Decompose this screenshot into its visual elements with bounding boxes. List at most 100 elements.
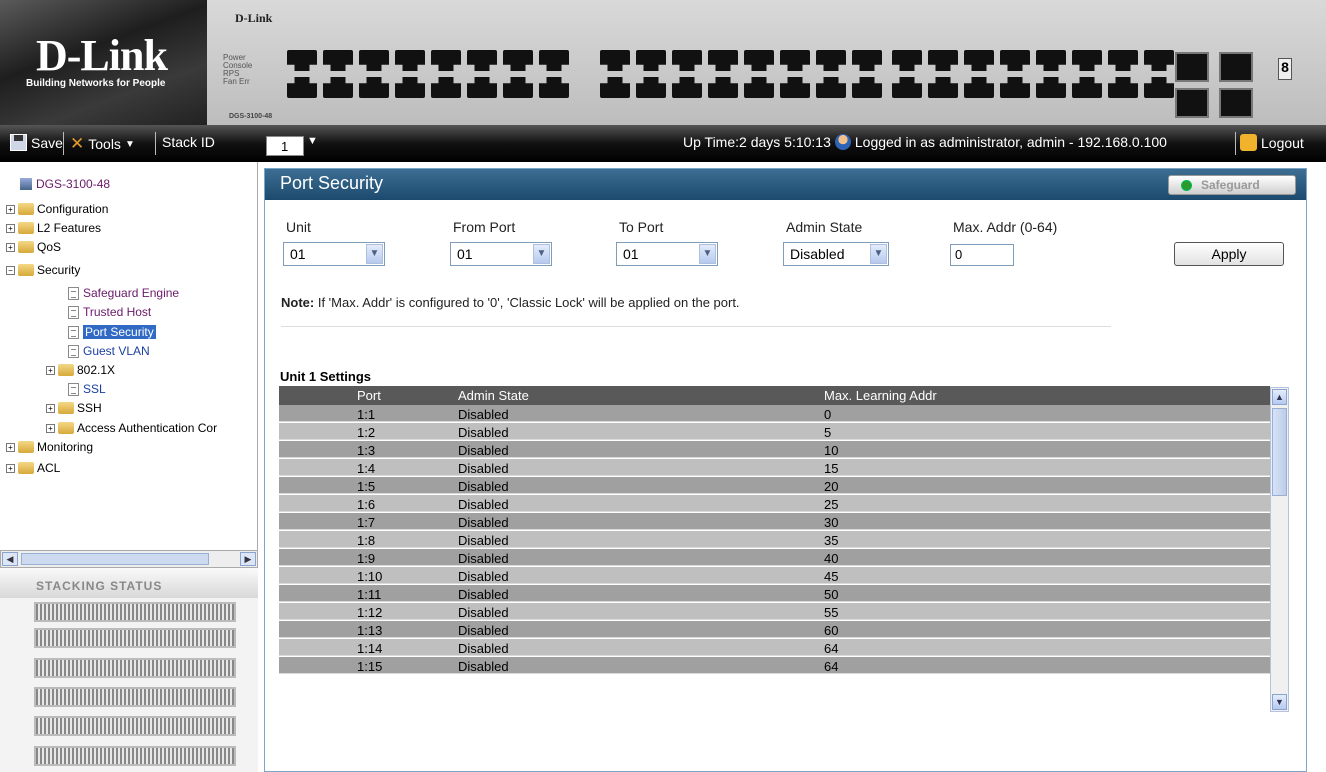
chevron-down-icon[interactable]: ▼: [533, 244, 550, 264]
tree-horizontal-scrollbar[interactable]: ◀ ▶: [0, 550, 258, 568]
stack-unit[interactable]: [34, 628, 236, 648]
scroll-down-icon[interactable]: ▼: [1272, 694, 1287, 710]
logout-button[interactable]: Logout: [1240, 134, 1304, 151]
expand-icon[interactable]: +: [46, 423, 55, 433]
cell-port: 1:13: [357, 623, 383, 638]
cell-port: 1:8: [357, 533, 376, 548]
table-row[interactable]: 1:4 Disabled 15: [279, 459, 1270, 476]
panel-model: DGS-3100-48: [229, 113, 273, 120]
cell-port: 1:10: [357, 569, 383, 584]
tree-item-port-security[interactable]: Port Security: [68, 323, 156, 341]
tree-item-access-authentication[interactable]: + Access Authentication Cor: [46, 419, 217, 437]
max-addr-input[interactable]: 0: [950, 244, 1014, 266]
stack-unit[interactable]: [34, 602, 236, 622]
uptime-text: Up Time:2 days 5:10:13 Logged in as admi…: [683, 134, 1167, 150]
scroll-up-icon[interactable]: ▲: [1272, 389, 1287, 405]
tree-label: Monitoring: [37, 440, 94, 454]
admin-state-select[interactable]: Disabled ▼: [783, 242, 889, 266]
folder-icon: [18, 222, 34, 234]
table-row[interactable]: 1:11 Disabled 50: [279, 585, 1270, 602]
from-port-value: 01: [457, 246, 473, 262]
tree-item-l2-features[interactable]: + L2 Features: [6, 219, 101, 237]
folder-icon: [18, 203, 34, 215]
stacking-status-header: Stacking Status: [0, 568, 258, 598]
cell-admin-state: Disabled: [458, 407, 509, 422]
tree-item-trusted-host[interactable]: Trusted Host: [68, 303, 151, 321]
expand-icon[interactable]: +: [46, 403, 55, 413]
scroll-left-icon[interactable]: ◀: [2, 552, 18, 566]
chevron-down-icon[interactable]: ▼: [366, 244, 383, 264]
cell-admin-state: Disabled: [458, 425, 509, 440]
tree-item-guest-vlan[interactable]: Guest VLAN: [68, 342, 150, 360]
table-row[interactable]: 1:12 Disabled 55: [279, 603, 1270, 620]
table-row[interactable]: 1:13 Disabled 60: [279, 621, 1270, 638]
tree-item-ssl[interactable]: SSL: [68, 380, 106, 398]
expand-icon[interactable]: +: [6, 442, 15, 452]
divider: [281, 326, 1111, 327]
tree-item-802-1x[interactable]: +802.1X: [46, 361, 115, 379]
tree-item-safeguard-engine[interactable]: Safeguard Engine: [68, 284, 179, 302]
tree-item-acl[interactable]: + ACL: [6, 459, 60, 477]
tools-menu-button[interactable]: ✕ Tools ▼: [70, 134, 135, 154]
table-row[interactable]: 1:15 Disabled 64: [279, 657, 1270, 674]
table-row[interactable]: 1:1 Disabled 0: [279, 405, 1270, 422]
combo-port-47: [1219, 52, 1253, 82]
collapse-icon[interactable]: −: [6, 265, 15, 275]
expand-icon[interactable]: +: [6, 204, 15, 214]
cell-admin-state: Disabled: [458, 641, 509, 656]
combo-port-45: [1175, 52, 1209, 82]
tree-item-qos[interactable]: + QoS: [6, 238, 61, 256]
scroll-right-icon[interactable]: ▶: [240, 552, 256, 566]
tree-item-configuration[interactable]: + Configuration: [6, 200, 108, 218]
scroll-thumb[interactable]: [21, 553, 209, 565]
stack-id-display: 8: [1278, 58, 1292, 80]
table-row[interactable]: 1:9 Disabled 40: [279, 549, 1270, 566]
stack-unit[interactable]: [34, 746, 236, 766]
expand-icon[interactable]: +: [46, 365, 55, 375]
cell-max-addr: 30: [824, 515, 839, 530]
table-row[interactable]: 1:14 Disabled 64: [279, 639, 1270, 656]
page-icon: [68, 305, 79, 319]
expand-icon[interactable]: +: [6, 463, 15, 473]
tree-item-monitoring[interactable]: + Monitoring: [6, 438, 93, 456]
from-port-select[interactable]: 01 ▼: [450, 242, 552, 266]
expand-icon[interactable]: +: [6, 242, 15, 252]
cell-port: 1:9: [357, 551, 376, 566]
led-fan-err: Fan Err: [223, 77, 250, 86]
table-row[interactable]: 1:2 Disabled 5: [279, 423, 1270, 440]
table-row[interactable]: 1:5 Disabled 20: [279, 477, 1270, 494]
scroll-thumb[interactable]: [1272, 408, 1287, 496]
table-vertical-scrollbar[interactable]: ▲ ▼: [1270, 387, 1289, 712]
column-admin-state: Admin State: [458, 388, 529, 403]
cell-max-addr: 25: [824, 497, 839, 512]
table-row[interactable]: 1:10 Disabled 45: [279, 567, 1270, 584]
tree-item-security[interactable]: − Security: [6, 261, 80, 279]
panel-leds: Power Console RPS Fan Err: [223, 54, 252, 86]
tree-root[interactable]: DGS-3100-48: [20, 175, 110, 193]
unit-select[interactable]: 01 ▼: [283, 242, 385, 266]
table-row[interactable]: 1:3 Disabled 10: [279, 441, 1270, 458]
chevron-down-icon[interactable]: ▼: [699, 244, 716, 264]
tree-label: 802.1X: [77, 363, 116, 377]
unit-select-value: 01: [290, 246, 306, 262]
stack-unit[interactable]: [34, 658, 236, 678]
page-title: Port Security: [280, 173, 384, 193]
tree-item-ssh[interactable]: + SSH: [46, 399, 102, 417]
stack-unit[interactable]: [34, 716, 236, 736]
stack-unit[interactable]: [34, 687, 236, 707]
cell-port: 1:15: [357, 659, 383, 674]
stack-id-select[interactable]: 1: [266, 136, 304, 156]
table-row[interactable]: 1:7 Disabled 30: [279, 513, 1270, 530]
chevron-down-icon[interactable]: ▼: [870, 244, 887, 264]
table-row[interactable]: 1:6 Disabled 25: [279, 495, 1270, 512]
apply-button[interactable]: Apply: [1174, 242, 1284, 266]
save-button[interactable]: Save: [10, 134, 63, 151]
cell-port: 1:6: [357, 497, 376, 512]
chevron-down-icon[interactable]: ▼: [307, 135, 318, 147]
to-port-select[interactable]: 01 ▼: [616, 242, 718, 266]
table-row[interactable]: 1:8 Disabled 35: [279, 531, 1270, 548]
cell-admin-state: Disabled: [458, 533, 509, 548]
cell-admin-state: Disabled: [458, 515, 509, 530]
safeguard-label: Safeguard: [1201, 178, 1260, 192]
expand-icon[interactable]: +: [6, 223, 15, 233]
